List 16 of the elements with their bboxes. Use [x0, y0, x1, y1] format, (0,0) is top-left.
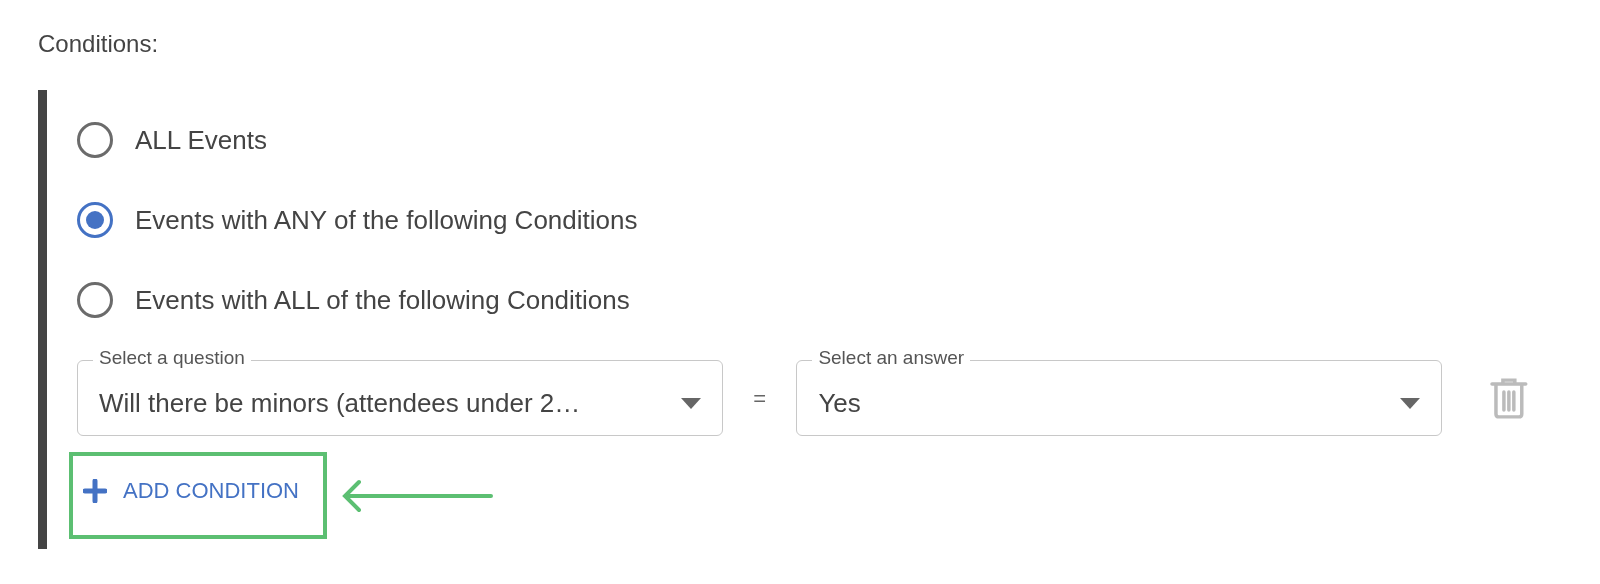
radio-button[interactable] — [77, 122, 113, 158]
radio-button[interactable] — [77, 202, 113, 238]
radio-label[interactable]: ALL Events — [135, 120, 267, 160]
field-value: Yes — [818, 386, 862, 420]
caret-icon — [1400, 397, 1421, 409]
section-label: Conditions: — [38, 29, 160, 59]
radio-button[interactable] — [77, 282, 113, 318]
equals-sign: = — [752, 384, 768, 413]
field-value: Will there be minors (attendees under 2… — [99, 386, 582, 420]
add-condition-button[interactable]: ADD CONDITION — [83, 474, 299, 507]
radio-label[interactable]: Events with ANY of the following Conditions — [135, 200, 638, 240]
question-select[interactable]: Select a question Will there be minors (attendees under 2… — [77, 347, 723, 436]
caret-icon — [680, 397, 701, 409]
plus-icon — [83, 478, 107, 503]
radio-label[interactable]: Events with ALL of the following Conditions — [135, 280, 630, 320]
answer-select[interactable]: Select an answer Yes — [796, 347, 1443, 436]
